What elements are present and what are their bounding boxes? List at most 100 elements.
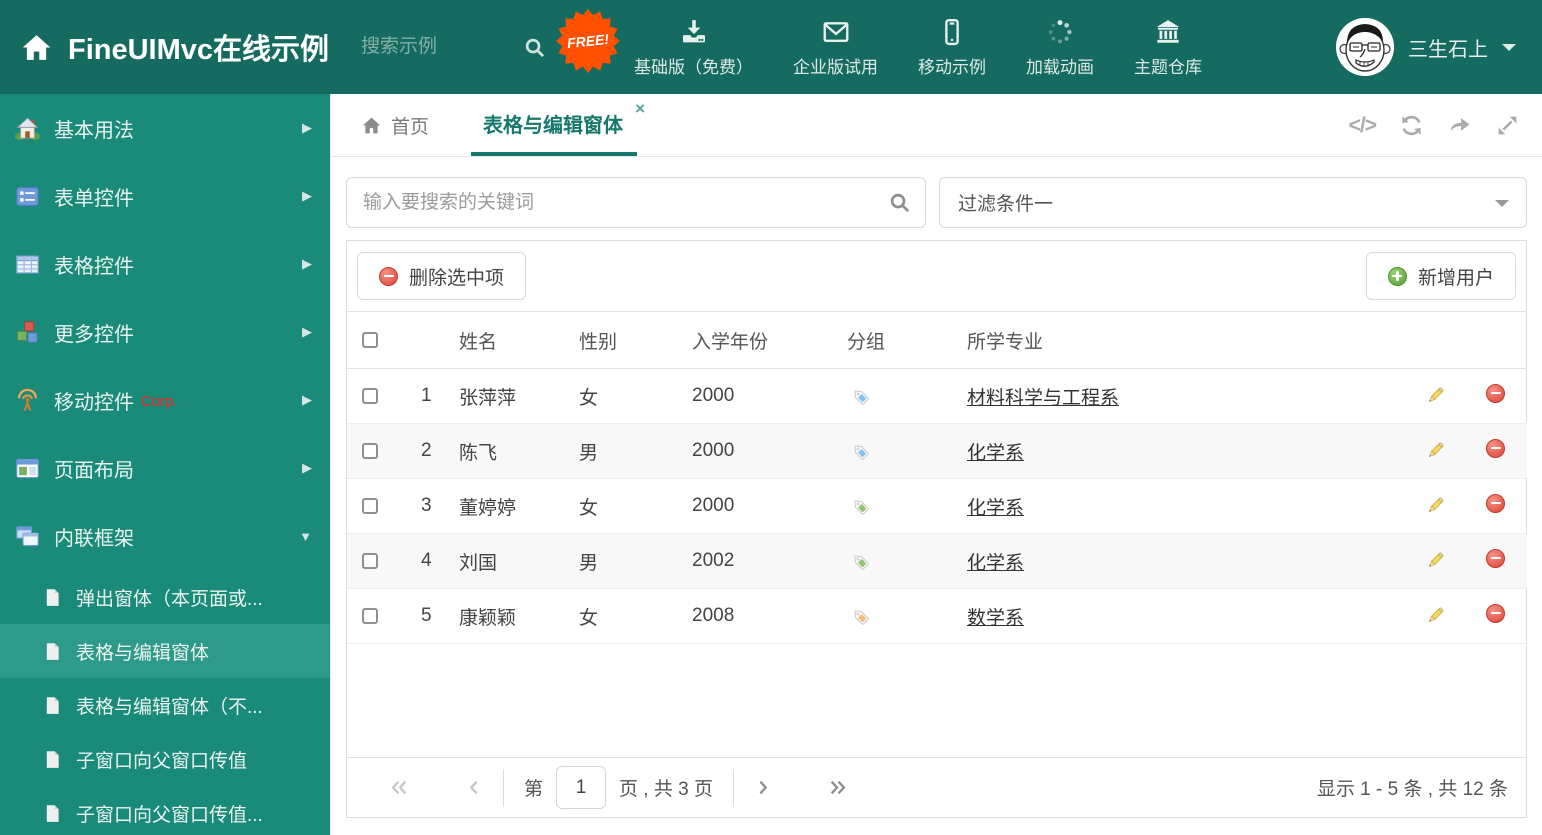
bank-icon bbox=[1153, 17, 1183, 47]
edit-icon[interactable] bbox=[1425, 550, 1446, 571]
cell-gender: 女 bbox=[573, 588, 686, 644]
sidebar-subitem[interactable]: 子窗口向父窗口传值... bbox=[0, 786, 330, 835]
row-checkbox[interactable] bbox=[362, 497, 378, 514]
sidebar-subitem[interactable]: 子窗口向父窗口传值 bbox=[0, 732, 330, 786]
sidebar: 基本用法 ▶ 表单控件 ▶ 表格控件 ▶ 更多控件 ▶ 移动控件 Corp. ▶ 页面布局 ▶ 内联框架 ▼… bbox=[0, 94, 330, 835]
cell-year: 2002 bbox=[686, 533, 841, 589]
major-link[interactable]: 化学系 bbox=[967, 498, 1024, 519]
next-page-button[interactable] bbox=[754, 779, 771, 796]
last-page-button[interactable] bbox=[827, 779, 848, 796]
sidebar-item[interactable]: 内联框架 ▼ bbox=[0, 502, 330, 570]
sidebar-item[interactable]: 页面布局 ▶ bbox=[0, 434, 330, 502]
header-nav-bank[interactable]: 主题仓库 bbox=[1134, 17, 1202, 78]
table-header-row: 姓名 性别 入学年份 分组 所学专业 bbox=[347, 311, 1527, 369]
sidebar-subitem[interactable]: 弹出窗体（本页面或... bbox=[0, 570, 330, 624]
table-row: 3 董婷婷女 2000 化学系 bbox=[347, 478, 1527, 534]
chevron-right-icon: ▶ bbox=[302, 392, 312, 407]
sidebar-item[interactable]: 更多控件 ▶ bbox=[0, 298, 330, 366]
row-number: 1 bbox=[395, 368, 453, 424]
tab-active[interactable]: 表格与编辑窗体 × bbox=[471, 94, 645, 156]
table-row: 1 张萍萍女 2000 材料科学与工程系 bbox=[347, 368, 1527, 424]
major-link[interactable]: 化学系 bbox=[967, 553, 1024, 574]
antenna-icon bbox=[14, 387, 41, 414]
share-icon[interactable] bbox=[1447, 113, 1472, 138]
search-icon[interactable] bbox=[511, 36, 546, 59]
keyword-search-input[interactable] bbox=[361, 190, 888, 215]
pagination-bar: 第 页 , 共 3 页 显示 1 - 5 条 , 共 12 条 bbox=[347, 757, 1526, 817]
edit-icon[interactable] bbox=[1425, 440, 1446, 461]
tag-icon bbox=[847, 550, 960, 573]
sidebar-item[interactable]: 表单控件 ▶ bbox=[0, 162, 330, 230]
header-nav-download[interactable]: 基础版（免费） FREE! bbox=[556, 8, 753, 78]
main-content: 首页 表格与编辑窗体 × </> 输入要搜索的关键词 过滤条件一 删除选中项 新… bbox=[330, 94, 1542, 835]
refresh-icon[interactable] bbox=[1399, 113, 1424, 138]
cell-gender: 男 bbox=[573, 423, 686, 479]
row-checkbox[interactable] bbox=[362, 552, 378, 569]
file-icon bbox=[42, 803, 63, 824]
first-page-button[interactable] bbox=[389, 779, 410, 796]
row-checkbox[interactable] bbox=[362, 607, 378, 624]
form-icon bbox=[14, 183, 41, 210]
add-user-button[interactable]: 新增用户 bbox=[1365, 252, 1516, 300]
major-link[interactable]: 材料科学与工程系 bbox=[967, 388, 1119, 409]
keyword-search bbox=[346, 177, 926, 228]
tab-tools: </> bbox=[1349, 94, 1520, 157]
user-menu[interactable]: 三生石上 bbox=[1336, 18, 1542, 76]
sidebar-item[interactable]: 基本用法 ▶ bbox=[0, 94, 330, 162]
table-row: 2 陈飞男 2000 化学系 bbox=[347, 423, 1527, 479]
cell-year: 2008 bbox=[686, 588, 841, 644]
spinner-icon bbox=[1045, 17, 1075, 47]
sidebar-item[interactable]: 移动控件 Corp. ▶ bbox=[0, 366, 330, 434]
minus-circle-icon bbox=[379, 266, 398, 286]
column-header-year: 入学年份 bbox=[686, 311, 841, 369]
delete-icon[interactable] bbox=[1486, 603, 1505, 623]
header-search-input[interactable] bbox=[359, 35, 512, 59]
tag-icon bbox=[847, 385, 960, 408]
major-link[interactable]: 数学系 bbox=[967, 608, 1024, 629]
row-checkbox[interactable] bbox=[362, 442, 378, 459]
cell-name: 康颖颖 bbox=[453, 588, 573, 644]
header-nav-spinner[interactable]: 加载动画 bbox=[1026, 17, 1094, 78]
delete-selected-button[interactable]: 删除选中项 bbox=[357, 252, 527, 300]
major-link[interactable]: 化学系 bbox=[967, 443, 1024, 464]
prev-page-button[interactable] bbox=[466, 779, 483, 796]
home-color-icon bbox=[14, 115, 41, 142]
mobile-icon bbox=[937, 17, 967, 47]
row-checkbox[interactable] bbox=[362, 387, 378, 404]
cell-year: 2000 bbox=[686, 423, 841, 479]
close-icon[interactable]: × bbox=[635, 100, 645, 117]
cell-gender: 女 bbox=[573, 368, 686, 424]
delete-icon[interactable] bbox=[1486, 548, 1505, 568]
avatar bbox=[1336, 18, 1394, 76]
divider bbox=[732, 768, 734, 807]
search-icon[interactable] bbox=[888, 191, 911, 214]
sidebar-item[interactable]: 表格控件 ▶ bbox=[0, 230, 330, 298]
brand[interactable]: FineUIMvc在线示例 bbox=[0, 26, 329, 68]
corp-badge: Corp. bbox=[141, 393, 178, 410]
tab-bar: 首页 表格与编辑窗体 × </> bbox=[331, 94, 1542, 157]
cell-name: 刘国 bbox=[453, 533, 573, 589]
edit-icon[interactable] bbox=[1425, 385, 1446, 406]
row-number: 2 bbox=[395, 423, 453, 479]
edit-icon[interactable] bbox=[1425, 605, 1446, 626]
file-icon bbox=[42, 695, 63, 716]
sidebar-subitem[interactable]: 表格与编辑窗体 bbox=[0, 624, 330, 678]
sidebar-subitem[interactable]: 表格与编辑窗体（不... bbox=[0, 678, 330, 732]
code-icon[interactable]: </> bbox=[1349, 114, 1377, 138]
column-header-group: 分组 bbox=[841, 311, 961, 369]
tab-home[interactable]: 首页 bbox=[361, 94, 429, 156]
record-summary: 显示 1 - 5 条 , 共 12 条 bbox=[1316, 779, 1508, 800]
header-nav-mobile[interactable]: 移动示例 bbox=[918, 17, 986, 78]
header-nav-envelope[interactable]: 企业版试用 bbox=[793, 17, 878, 78]
delete-icon[interactable] bbox=[1486, 438, 1505, 458]
delete-icon[interactable] bbox=[1486, 493, 1505, 513]
filter-dropdown[interactable]: 过滤条件一 bbox=[939, 177, 1527, 228]
delete-icon[interactable] bbox=[1486, 383, 1505, 403]
select-all-checkbox[interactable] bbox=[362, 331, 378, 348]
cell-gender: 男 bbox=[573, 533, 686, 589]
header-search bbox=[359, 35, 546, 59]
page-number-input[interactable] bbox=[556, 766, 607, 809]
tag-icon bbox=[847, 495, 960, 518]
expand-icon[interactable] bbox=[1495, 113, 1520, 138]
edit-icon[interactable] bbox=[1425, 495, 1446, 516]
